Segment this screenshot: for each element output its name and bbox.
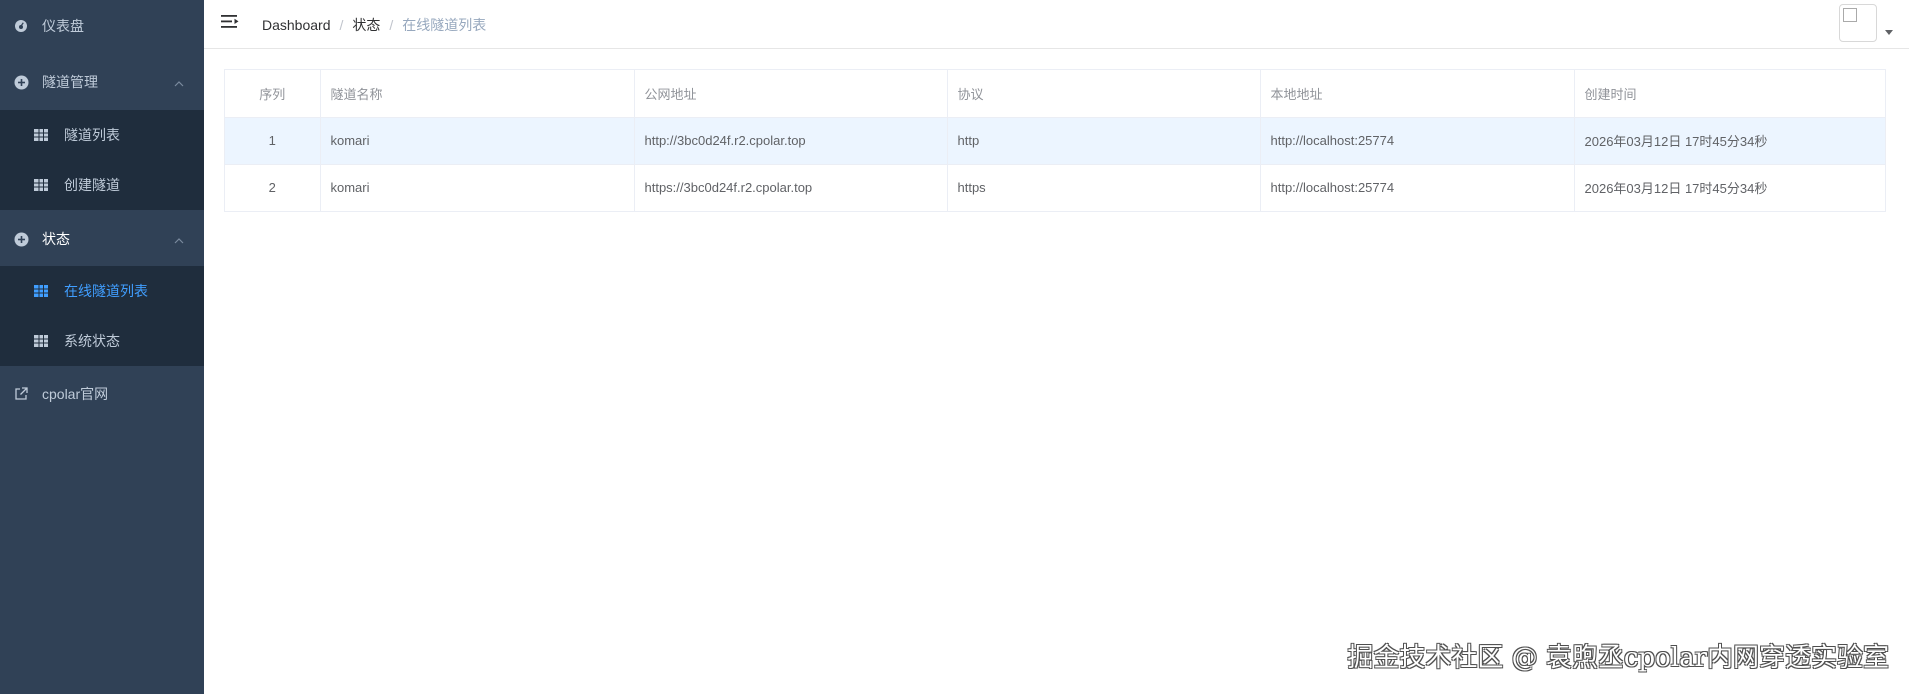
table-row[interactable]: 2 komari https://3bc0d24f.r2.cpolar.top … [225, 164, 1885, 211]
avatar[interactable] [1839, 4, 1877, 42]
caret-down-icon[interactable] [1885, 30, 1893, 35]
sidebar-item-label: 在线隧道列表 [64, 283, 148, 299]
breadcrumb: Dashboard / 状态 / 在线隧道列表 [262, 15, 486, 35]
sidebar-item-online-tunnels[interactable]: 在线隧道列表 [0, 266, 204, 316]
table-icon [33, 177, 49, 193]
sidebar-item-label: 仪表盘 [42, 18, 84, 34]
chevron-up-icon [174, 231, 184, 247]
sidebar-group-label: 隧道管理 [42, 74, 98, 90]
sidebar-item-label: 隧道列表 [64, 127, 120, 143]
table-cell: http [947, 117, 1261, 165]
sidebar-group-tunnel-management[interactable]: 隧道管理 [0, 56, 204, 108]
column-header: 公网地址 [634, 70, 948, 118]
column-header: 隧道名称 [320, 70, 635, 118]
table-cell: 2026年03月12日 17时45分34秒 [1584, 181, 1768, 197]
table-cell: komari [320, 117, 635, 165]
sidebar-item-cpolar-site[interactable]: cpolar官网 [0, 368, 204, 420]
sidebar-group-status[interactable]: 状态 [0, 213, 204, 265]
table-cell: 2026年03月12日 17时45分34秒 [1574, 117, 1885, 165]
external-link-icon [13, 386, 29, 402]
breadcrumb-separator: / [339, 17, 344, 33]
dashboard-icon [13, 18, 29, 34]
sidebar-item-tunnel-list[interactable]: 隧道列表 [0, 110, 204, 160]
submenu-tunnel-management: 隧道列表 创建隧道 [0, 110, 204, 210]
table-header-row: 序列 隧道名称 公网地址 协议 本地地址 创建时间 [225, 70, 1885, 118]
column-header: 序列 [225, 70, 321, 118]
sidebar-item-label: 创建隧道 [64, 177, 120, 193]
sidebar-item-label: 系统状态 [64, 333, 120, 349]
plus-circle-icon [13, 231, 29, 247]
chevron-up-icon [174, 74, 184, 90]
tunnel-table: 序列 隧道名称 公网地址 协议 本地地址 创建时间 1 komari http:… [224, 69, 1886, 212]
sidebar-item-dashboard[interactable]: 仪表盘 [0, 0, 204, 52]
table-cell: komari [320, 164, 635, 211]
sidebar-item-system-status[interactable]: 系统状态 [0, 316, 204, 366]
sidebar-item-create-tunnel[interactable]: 创建隧道 [0, 160, 204, 210]
broken-image-icon [1843, 8, 1857, 22]
menu-toggle-icon[interactable] [221, 14, 239, 30]
table-row[interactable]: 1 komari http://3bc0d24f.r2.cpolar.top h… [225, 117, 1885, 165]
navbar: Dashboard / 状态 / 在线隧道列表 [204, 0, 1909, 49]
app-root: 仪表盘 隧道管理 隧道列表 创建隧道 状态 在线隧道列表 系统状态 cpolar… [0, 0, 1909, 694]
breadcrumb-separator: / [389, 17, 394, 33]
breadcrumb-parent[interactable]: 状态 [352, 17, 380, 33]
breadcrumb-current: 在线隧道列表 [402, 17, 487, 33]
column-header: 协议 [947, 70, 1261, 118]
table-cell: 1 [225, 117, 321, 165]
table-icon [33, 333, 49, 349]
table-icon [33, 283, 49, 299]
table-cell: http://localhost:25774 [1260, 117, 1575, 165]
plus-circle-icon [13, 74, 29, 90]
watermark: 掘金技术社区 @ 袁煦丞cpolar内网穿透实验室 [1347, 643, 1889, 673]
column-header: 本地地址 [1260, 70, 1575, 118]
table-cell: 2 [225, 164, 321, 211]
table-cell: http://localhost:25774 [1260, 164, 1575, 211]
sidebar-item-label: cpolar官网 [42, 386, 109, 402]
table-cell: https://3bc0d24f.r2.cpolar.top [634, 164, 948, 211]
sidebar-group-label: 状态 [42, 231, 70, 247]
table-icon [33, 127, 49, 143]
table-cell: https [947, 164, 1261, 211]
submenu-status: 在线隧道列表 系统状态 [0, 266, 204, 366]
table-cell: http://3bc0d24f.r2.cpolar.top [634, 117, 948, 165]
sidebar: 仪表盘 隧道管理 隧道列表 创建隧道 状态 在线隧道列表 系统状态 cpolar… [0, 0, 204, 694]
column-header: 创建时间 [1574, 70, 1885, 118]
breadcrumb-home[interactable]: Dashboard [262, 17, 331, 33]
